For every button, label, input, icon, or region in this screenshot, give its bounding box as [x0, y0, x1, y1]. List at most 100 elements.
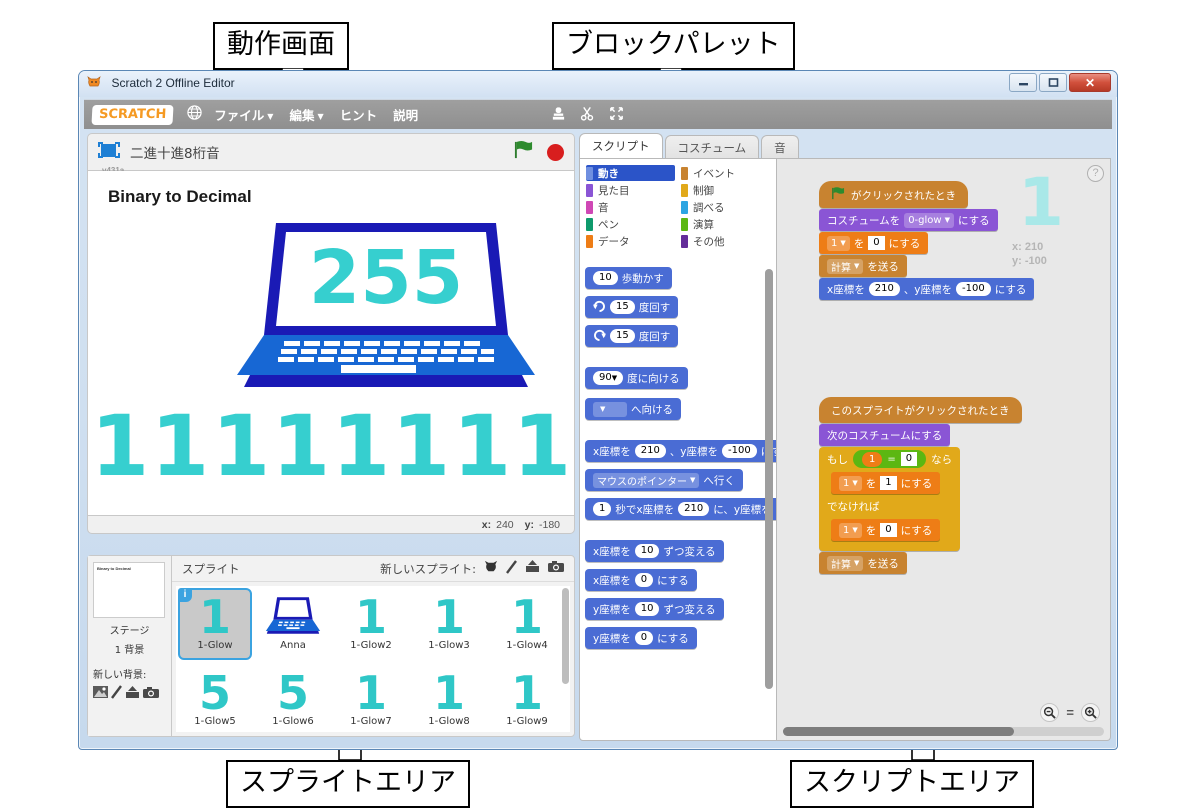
fullscreen-icon[interactable]: v431a — [98, 142, 120, 162]
sprite-item-1-glow3[interactable]: 1 1-Glow3 — [412, 588, 486, 660]
globe-icon[interactable] — [187, 105, 202, 124]
category-motion[interactable]: 動き — [586, 165, 675, 181]
costume-dropdown[interactable]: 0-glow▼ — [904, 213, 954, 228]
block-set-variable-else[interactable]: 1▼ を 0 にする — [831, 519, 940, 541]
variable-reporter[interactable]: 1 — [862, 452, 882, 467]
camera-icon[interactable] — [548, 560, 564, 577]
goto-target-dropdown[interactable]: マウスのポインター▼ — [593, 473, 699, 488]
zoom-in-button[interactable] — [1081, 703, 1100, 722]
upload-icon[interactable] — [525, 560, 540, 577]
palette-block-set-x-to[interactable]: x座標を 0 にする — [585, 569, 697, 591]
variable-dropdown[interactable]: 1▼ — [839, 523, 862, 538]
palette-block-set-y-to[interactable]: y座標を 0 にする — [585, 627, 697, 649]
goto-x-value[interactable]: 210 — [635, 444, 666, 458]
goto-y-value[interactable]: -100 — [956, 282, 991, 296]
block-switch-costume[interactable]: コスチュームを 0-glow▼ にする — [819, 209, 998, 231]
block-set-variable-1[interactable]: 1▼ を 0 にする — [819, 232, 928, 254]
paint-icon[interactable] — [506, 560, 517, 578]
glide-secs-value[interactable]: 1 — [593, 502, 611, 516]
close-button[interactable]: ✕ — [1069, 73, 1111, 92]
category-looks[interactable]: 見た目 — [586, 182, 675, 198]
maximize-button[interactable] — [1039, 73, 1067, 92]
broadcast-dropdown[interactable]: 計算▼ — [827, 556, 863, 571]
stage-selector[interactable]: Binary to Decimal ステージ 1 背景 新しい背景: — [88, 556, 172, 736]
palette-block-change-y-by[interactable]: y座標を 10 ずつ変える — [585, 598, 724, 620]
palette-block-move-steps[interactable]: 10 歩動かす — [585, 267, 672, 289]
upload-icon[interactable] — [125, 686, 140, 702]
palette-block-go-to[interactable]: マウスのポインター▼ へ行く — [585, 469, 743, 491]
change-y-value[interactable]: 10 — [635, 602, 660, 616]
turn-left-value[interactable]: 15 — [610, 329, 635, 343]
category-data[interactable]: データ — [586, 233, 675, 249]
towards-dropdown[interactable]: ▼ — [593, 402, 627, 417]
sprite-item-anna[interactable]: Anna — [256, 588, 330, 660]
palette-block-point-towards[interactable]: ▼ へ向ける — [585, 398, 681, 420]
script-stack-sprite-clicked[interactable]: このスプライトがクリックされたとき 次のコスチュームにする もし 1 = 0 — [819, 397, 1022, 574]
help-icon[interactable]: ? — [1087, 165, 1104, 182]
scissors-icon[interactable] — [580, 106, 595, 124]
variable-value[interactable]: 1 — [880, 476, 896, 490]
camera-icon[interactable] — [143, 686, 159, 702]
category-more[interactable]: その他 — [681, 233, 770, 249]
palette-block-turn-left[interactable]: 15 度回す — [585, 325, 678, 347]
set-y-value[interactable]: 0 — [635, 631, 653, 645]
palette-scrollbar[interactable] — [765, 269, 773, 689]
tab-costumes[interactable]: コスチューム — [665, 135, 760, 159]
zoom-out-button[interactable] — [1040, 703, 1059, 722]
hat-block-when-sprite-clicked[interactable]: このスプライトがクリックされたとき — [819, 397, 1022, 423]
grow-icon[interactable] — [609, 106, 624, 124]
stamp-icon[interactable] — [551, 106, 566, 124]
sprite-list-scrollbar[interactable] — [562, 588, 569, 684]
scratch-logo[interactable]: SCRATCH — [91, 105, 173, 125]
sprite-item-1-glow2[interactable]: 1 1-Glow2 — [334, 588, 408, 660]
minimize-button[interactable] — [1009, 73, 1037, 92]
window-titlebar[interactable]: Scratch 2 Offline Editor ✕ — [79, 71, 1117, 97]
zoom-reset-button[interactable]: = — [1066, 705, 1074, 720]
menu-about[interactable]: 説明 — [393, 105, 418, 124]
category-sound[interactable]: 音 — [586, 199, 675, 215]
block-set-variable-then[interactable]: 1▼ を 1 にする — [831, 472, 940, 494]
palette-block-point-in-direction[interactable]: 90▼ 度に向ける — [585, 367, 688, 389]
category-pen[interactable]: ペン — [586, 216, 675, 232]
tab-scripts[interactable]: スクリプト — [579, 133, 663, 159]
green-flag-icon[interactable] — [513, 140, 534, 165]
sprite-info-badge[interactable]: i — [178, 588, 192, 602]
library-icon[interactable] — [93, 686, 108, 702]
scripts-horizontal-scrollbar[interactable] — [783, 727, 1104, 736]
category-events[interactable]: イベント — [681, 165, 770, 181]
variable-dropdown[interactable]: 1▼ — [827, 236, 850, 251]
block-broadcast-calc[interactable]: 計算▼ を送る — [819, 255, 907, 277]
block-go-to-xy[interactable]: x座標を 210 、y座標を -100 にする — [819, 278, 1034, 300]
turn-right-value[interactable]: 15 — [610, 300, 635, 314]
menu-edit[interactable]: 編集▼ — [289, 105, 323, 124]
sprite-item-1-glow6[interactable]: 5 1-Glow6 — [256, 664, 330, 732]
goto-x-value[interactable]: 210 — [869, 282, 900, 296]
glide-x-value[interactable]: 210 — [678, 502, 709, 516]
category-operators[interactable]: 演算 — [681, 216, 770, 232]
tab-sounds[interactable]: 音 — [761, 135, 799, 159]
hat-block-when-flag-clicked[interactable]: がクリックされたとき — [819, 181, 968, 208]
stop-button[interactable] — [547, 144, 564, 161]
sprite-item-1-glow4[interactable]: 1 1-Glow4 — [490, 588, 564, 660]
change-x-value[interactable]: 10 — [635, 544, 660, 558]
scripts-area[interactable]: ? 1 x: 210 y: -100 がクリックされたとき コスチュームを 0-… — [777, 158, 1111, 741]
block-broadcast-calc-2[interactable]: 計算▼ を送る — [819, 552, 907, 574]
sprite-item-1-glow9[interactable]: 1 1-Glow9 — [490, 664, 564, 732]
variable-value[interactable]: 0 — [868, 236, 884, 250]
operator-equals[interactable]: 1 = 0 — [853, 450, 926, 468]
library-icon[interactable] — [484, 560, 498, 577]
set-x-value[interactable]: 0 — [635, 573, 653, 587]
paint-icon[interactable] — [111, 685, 122, 702]
stage-thumbnail[interactable]: Binary to Decimal — [93, 562, 165, 618]
palette-block-go-to-xy[interactable]: x座標を 210 、y座標を -100 にする — [585, 440, 776, 462]
block-next-costume[interactable]: 次のコスチュームにする — [819, 424, 950, 446]
palette-block-turn-right[interactable]: 15 度回す — [585, 296, 678, 318]
sprite-item-1-glow8[interactable]: 1 1-Glow8 — [412, 664, 486, 732]
palette-block-glide-to-xy[interactable]: 1 秒でx座標を 210 に、y座標を -100 にする — [585, 498, 776, 520]
broadcast-dropdown[interactable]: 計算▼ — [827, 259, 863, 274]
category-control[interactable]: 制御 — [681, 182, 770, 198]
menu-tips[interactable]: ヒント — [340, 105, 378, 124]
variable-value[interactable]: 0 — [880, 523, 896, 537]
variable-dropdown[interactable]: 1▼ — [839, 476, 862, 491]
sprite-item-1-glow[interactable]: i 1 1-Glow — [178, 588, 252, 660]
